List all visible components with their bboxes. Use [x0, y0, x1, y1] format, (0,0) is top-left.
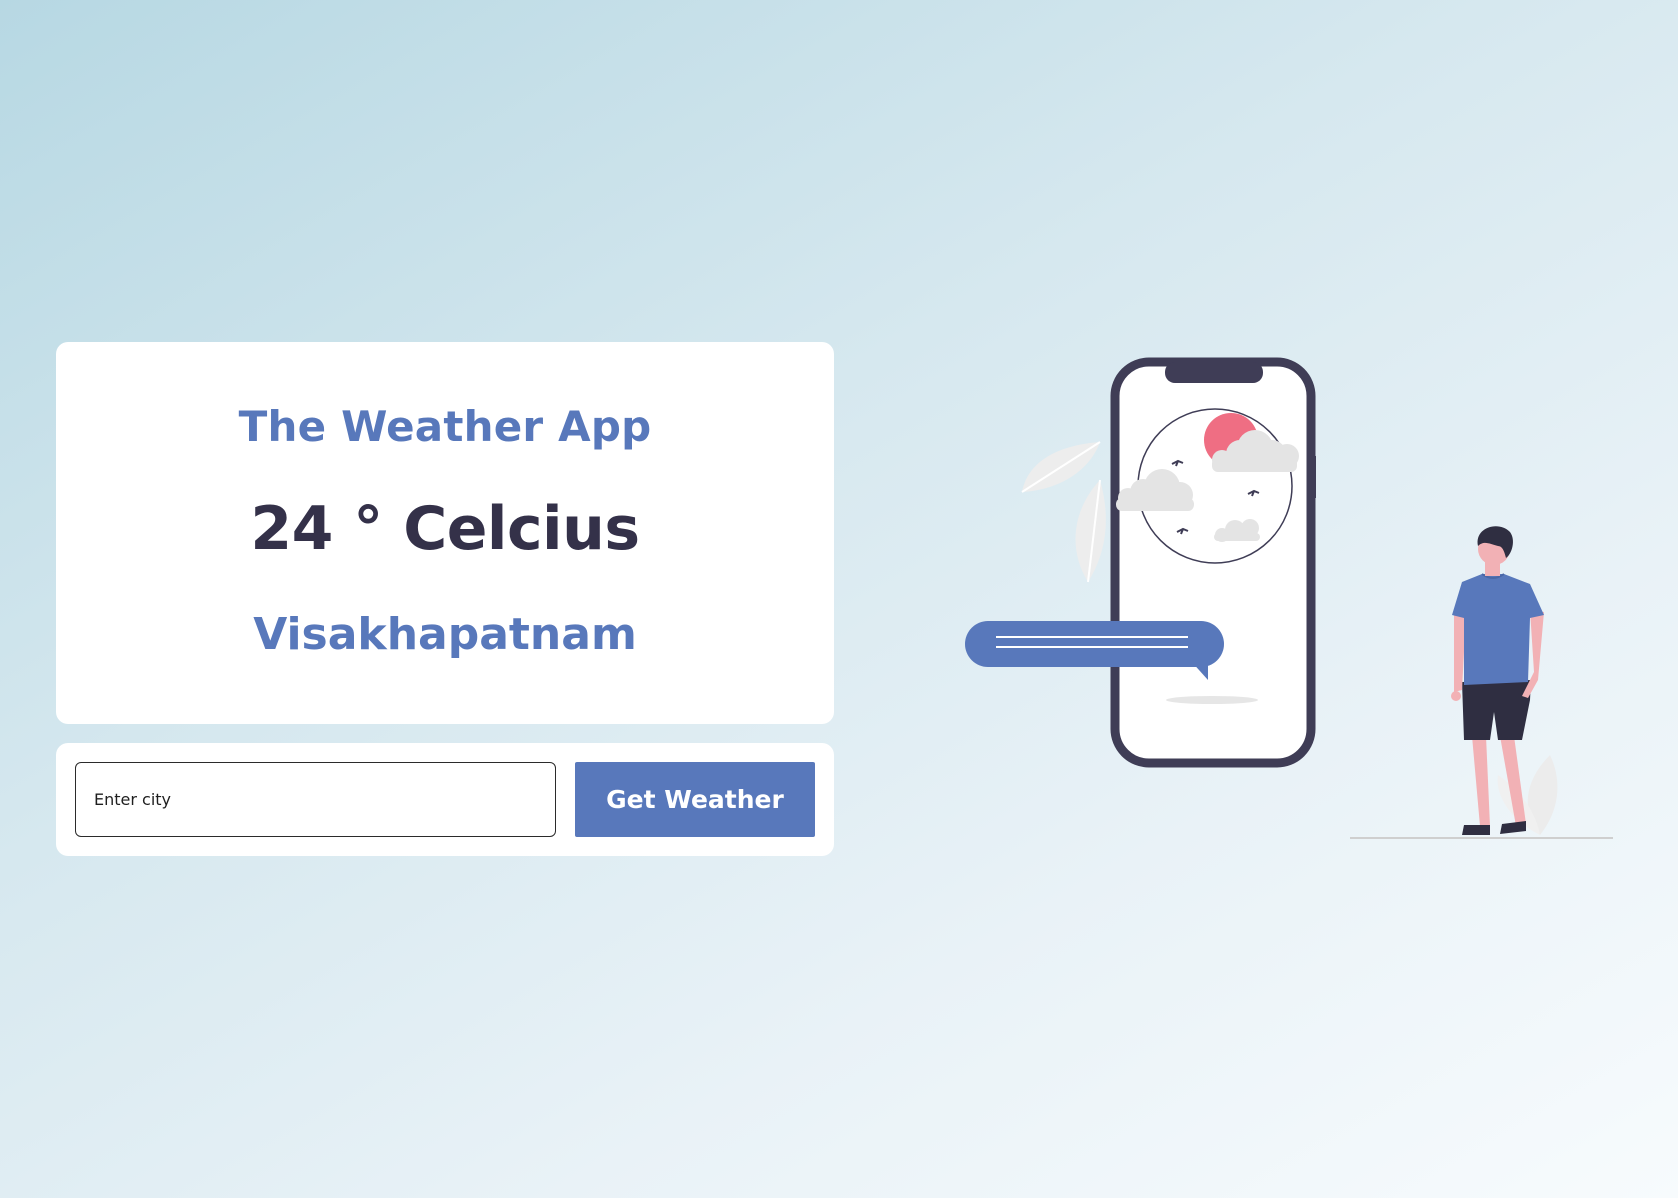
city-input[interactable] [75, 762, 556, 837]
app-title: The Weather App [238, 402, 652, 451]
weather-illustration [965, 357, 1613, 839]
search-card: Get Weather [56, 743, 834, 856]
leaf-icon [1021, 441, 1106, 583]
temperature-display: 24 ° Celcius [250, 494, 640, 564]
weather-app: The Weather App 24 ° Celcius Visakhapatn… [0, 0, 1678, 1198]
city-name: Visakhapatnam [253, 609, 637, 660]
get-weather-button[interactable]: Get Weather [575, 762, 815, 837]
weather-card: The Weather App 24 ° Celcius Visakhapatn… [56, 342, 834, 724]
